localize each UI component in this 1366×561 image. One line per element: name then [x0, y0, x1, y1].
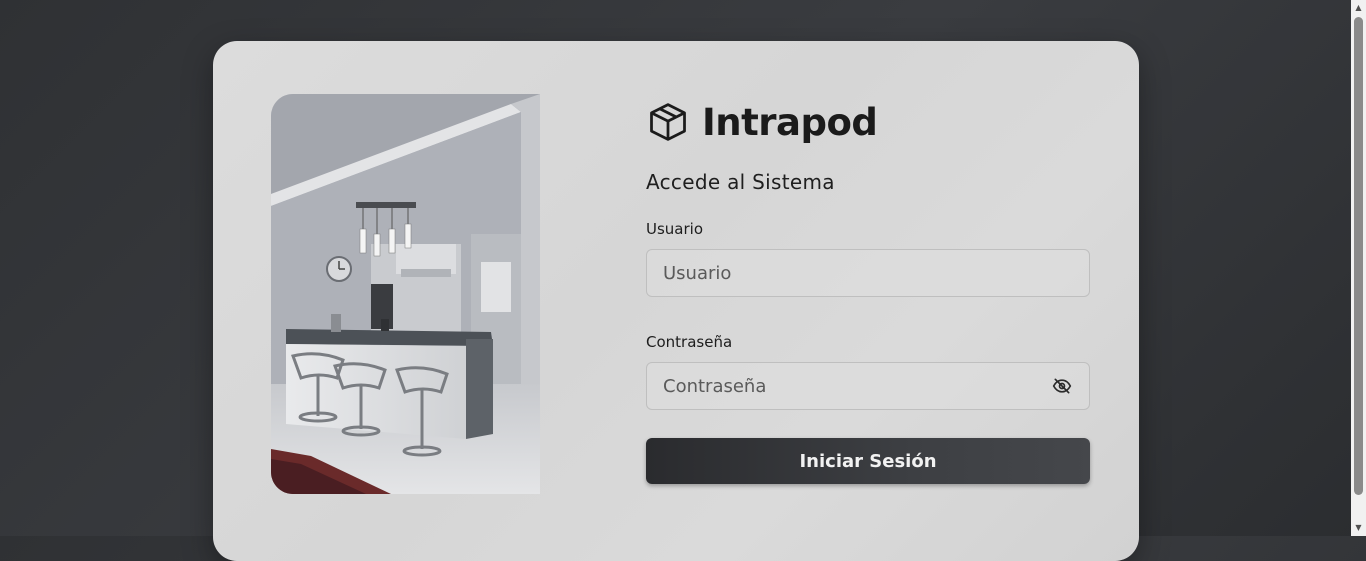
- brand-name: Intrapod: [702, 100, 878, 144]
- login-submit-button[interactable]: Iniciar Sesión: [646, 438, 1090, 484]
- scroll-up-arrow-icon[interactable]: ▲: [1351, 0, 1366, 16]
- package-box-icon: [646, 100, 690, 144]
- login-form: Intrapod Accede al Sistema Usuario Contr…: [646, 97, 1090, 484]
- brand: Intrapod: [646, 97, 1090, 147]
- username-input[interactable]: [646, 249, 1090, 297]
- page-background: Intrapod Accede al Sistema Usuario Contr…: [0, 0, 1351, 561]
- username-label: Usuario: [646, 220, 704, 238]
- eye-off-icon[interactable]: [1052, 376, 1072, 396]
- scrollbar-thumb[interactable]: [1354, 17, 1363, 495]
- scroll-down-arrow-icon[interactable]: ▼: [1351, 520, 1366, 536]
- vertical-scrollbar[interactable]: ▲ ▼: [1351, 0, 1366, 536]
- password-input[interactable]: [646, 362, 1090, 410]
- page-subtitle: Accede al Sistema: [646, 170, 835, 194]
- password-label: Contraseña: [646, 333, 733, 351]
- login-card: Intrapod Accede al Sistema Usuario Contr…: [213, 41, 1139, 561]
- username-field-wrapper: [646, 249, 1090, 297]
- password-field-wrapper: [646, 362, 1090, 410]
- kitchen-photo: [271, 94, 540, 494]
